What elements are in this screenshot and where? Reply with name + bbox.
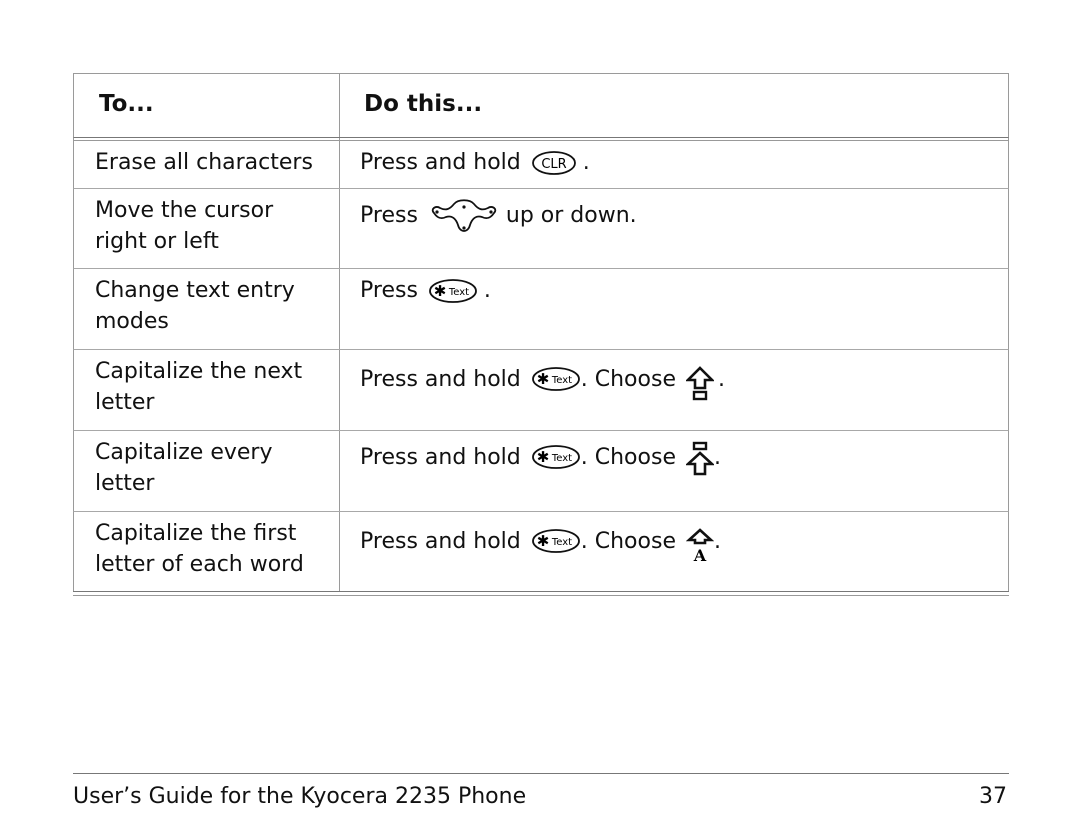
header-do-this: Do this... bbox=[364, 91, 483, 117]
row-action: Press and hold ✱ Text . Choose . bbox=[360, 437, 721, 477]
footer-title: User’s Guide for the Kyocera 2235 Phone bbox=[73, 784, 527, 809]
svg-text:Text: Text bbox=[448, 287, 469, 298]
svg-text:✱: ✱ bbox=[536, 370, 549, 388]
header-to: To... bbox=[99, 91, 154, 117]
action-prefix: Press bbox=[360, 202, 418, 228]
svg-text:Text: Text bbox=[551, 375, 572, 386]
action-period: . bbox=[713, 528, 721, 554]
row-task: Erase all characters bbox=[95, 150, 313, 175]
star-text-key-icon: ✱ Text bbox=[429, 278, 477, 303]
star-text-key-icon: ✱ Text bbox=[531, 445, 580, 469]
page-number: 37 bbox=[979, 784, 1007, 809]
action-suffix: . Choose bbox=[580, 528, 676, 554]
caps-lock-icon bbox=[685, 441, 714, 476]
table-bottom-rule bbox=[73, 591, 1009, 596]
footer-rule bbox=[73, 773, 1009, 774]
action-suffix: . bbox=[483, 278, 491, 303]
table-row: Capitalize the first letter of each word… bbox=[73, 512, 1009, 591]
action-period: . bbox=[717, 366, 725, 392]
action-prefix: Press and hold bbox=[360, 444, 521, 470]
action-suffix: . Choose bbox=[580, 444, 676, 470]
next-capital-icon bbox=[685, 366, 714, 401]
row-action: Press and hold ✱ Text . Choose . bbox=[360, 356, 725, 402]
clr-key-icon: CLR bbox=[531, 150, 576, 175]
row-task: Capitalize every letter bbox=[95, 440, 273, 496]
action-suffix: . Choose bbox=[580, 366, 676, 392]
row-action: Press up or down. bbox=[360, 195, 637, 235]
action-prefix: Press and hold bbox=[360, 150, 521, 175]
column-divider bbox=[339, 74, 340, 137]
svg-text:✱: ✱ bbox=[536, 532, 549, 550]
action-prefix: Press and hold bbox=[360, 366, 521, 392]
action-prefix: Press bbox=[360, 278, 418, 303]
table-row: Capitalize the next letter Press and hol… bbox=[73, 350, 1009, 431]
table-row: Erase all characters Press and hold CLR … bbox=[73, 141, 1009, 189]
table-header: To... Do this... bbox=[73, 73, 1009, 137]
star-text-key-icon: ✱ Text bbox=[531, 529, 580, 553]
action-prefix: Press and hold bbox=[360, 528, 521, 554]
table-row: Capitalize every letter Press and hold ✱… bbox=[73, 431, 1009, 512]
word-capital-icon: A bbox=[685, 528, 714, 564]
row-action: Press ✱ Text . bbox=[360, 275, 491, 306]
table-row: Change text entry modes Press ✱ Text . bbox=[73, 269, 1009, 350]
row-task: Capitalize the first letter of each word bbox=[95, 521, 304, 577]
action-suffix: up or down. bbox=[505, 202, 637, 228]
row-task: Change text entry modes bbox=[95, 278, 295, 334]
svg-text:A: A bbox=[693, 546, 707, 564]
star-text-key-icon: ✱ Text bbox=[531, 367, 580, 391]
navigation-key-icon bbox=[431, 199, 497, 232]
action-suffix: . bbox=[582, 150, 590, 175]
row-action: Press and hold CLR . bbox=[360, 147, 590, 178]
instruction-table: To... Do this... Erase all characters Pr… bbox=[73, 73, 1009, 596]
svg-text:✱: ✱ bbox=[536, 448, 549, 466]
row-task: Move the cursor right or left bbox=[95, 198, 274, 254]
svg-text:✱: ✱ bbox=[434, 282, 447, 300]
table-row: Move the cursor right or left Press up o… bbox=[73, 189, 1009, 269]
row-action: Press and hold ✱ Text . Choose A . bbox=[360, 518, 721, 564]
svg-text:Text: Text bbox=[551, 537, 572, 548]
action-period: . bbox=[713, 444, 721, 470]
svg-text:Text: Text bbox=[551, 453, 572, 464]
row-task: Capitalize the next letter bbox=[95, 359, 303, 415]
svg-text:CLR: CLR bbox=[541, 157, 566, 172]
